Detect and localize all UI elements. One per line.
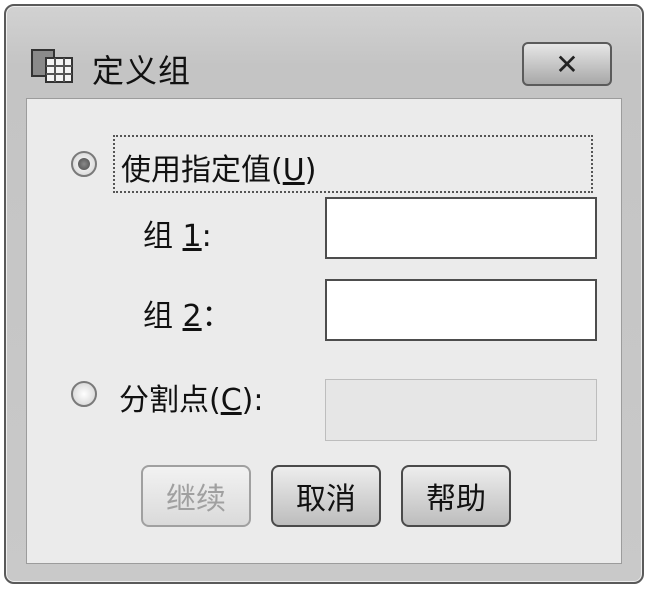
window-title: 定义组 [92, 52, 192, 90]
cancel-button[interactable]: 取消 [271, 465, 381, 527]
use-specified-values-radio[interactable] [71, 151, 97, 177]
group-2-field[interactable] [325, 279, 597, 341]
group-2-label: 组 2： [143, 299, 232, 334]
use-specified-values-label[interactable]: 使用指定值(U) [121, 145, 316, 189]
group-1-field[interactable] [325, 197, 597, 259]
radio-selected-dot [78, 158, 90, 170]
help-button[interactable]: 帮助 [401, 465, 511, 527]
close-button[interactable]: ✕ [522, 42, 612, 86]
title-bar[interactable]: 定义组 ✕ [6, 6, 642, 96]
cut-point-field[interactable] [325, 379, 597, 441]
continue-button[interactable]: 继续 [141, 465, 251, 527]
cut-point-radio[interactable] [71, 381, 97, 407]
close-icon: ✕ [555, 47, 579, 81]
group-1-label: 组 1: [143, 219, 212, 254]
dialog-table-icon [31, 49, 73, 83]
define-groups-dialog: 定义组 ✕ 使用指定值(U) 组 1: 组 2： 分割点(C): 继续 取消 帮… [4, 4, 644, 584]
dialog-content: 使用指定值(U) 组 1: 组 2： 分割点(C): 继续 取消 帮助 [26, 98, 622, 564]
cut-point-label[interactable]: 分割点(C): [119, 375, 263, 419]
